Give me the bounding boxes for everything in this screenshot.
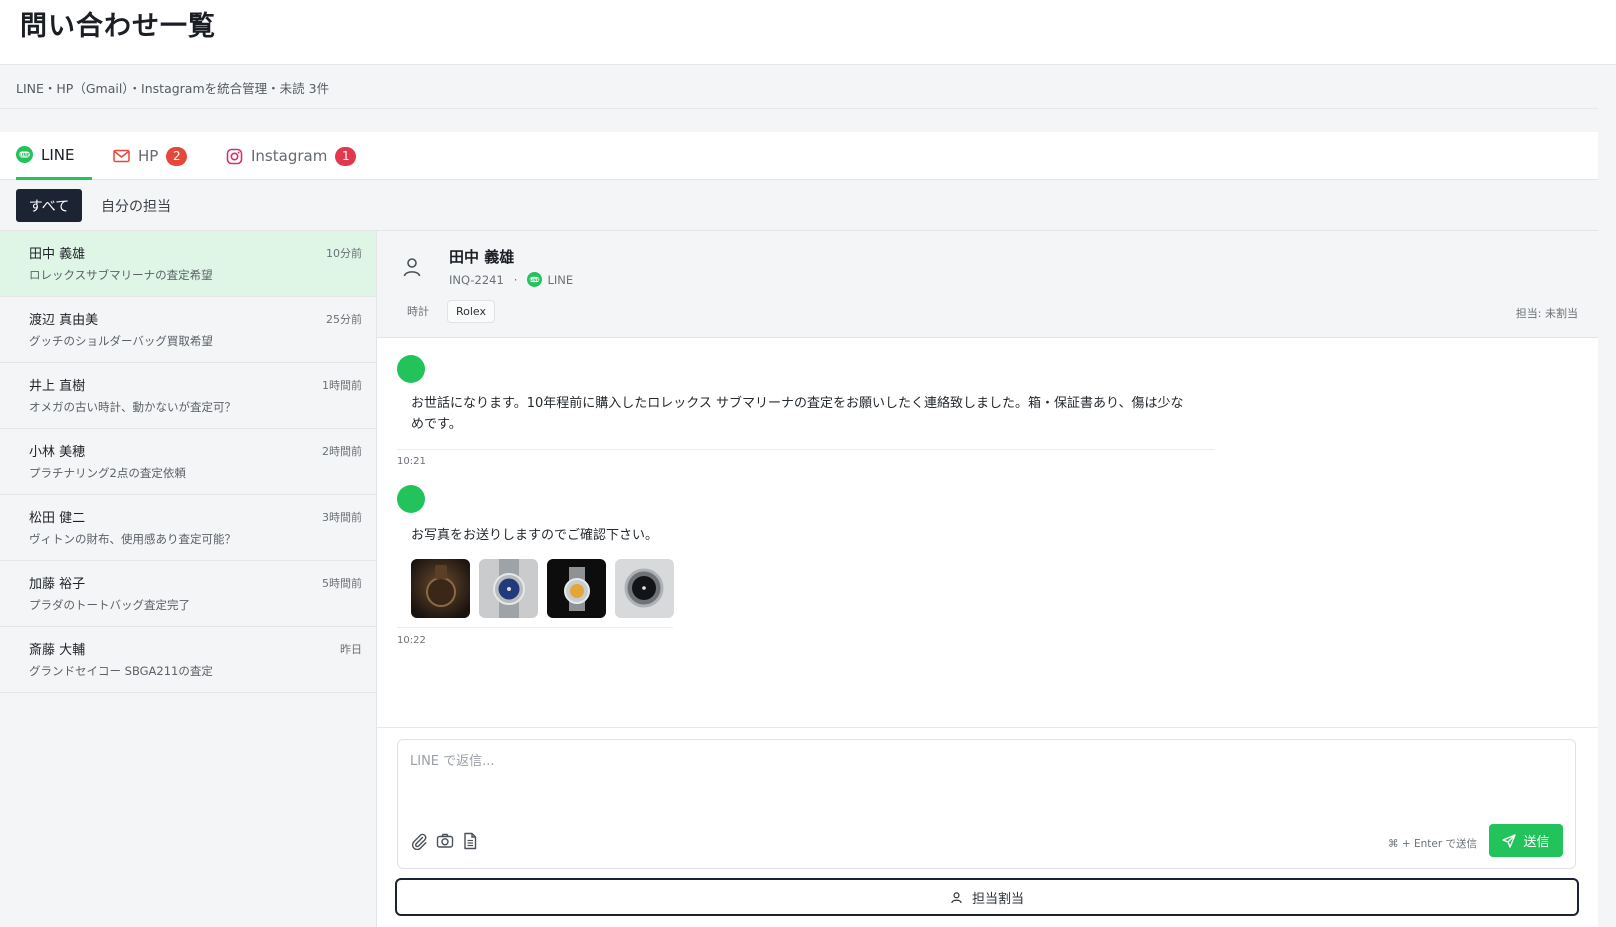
list-item-name: 渡辺 真由美 — [29, 313, 99, 328]
list-item-time: 25分前 — [326, 313, 362, 326]
filter-mine-button[interactable]: 自分の担当 — [94, 189, 178, 222]
list-item-preview: グッチのショルダーバッグ買取希望 — [29, 334, 213, 348]
reply-input[interactable] — [410, 750, 1560, 820]
svg-text:LINE: LINE — [530, 278, 540, 282]
list-item-preview: グランドセイコー SBGA211の査定 — [29, 664, 213, 678]
tab-line-label: LINE — [41, 145, 75, 164]
list-item-time: 5時間前 — [322, 577, 362, 590]
meta-separator: · — [513, 272, 518, 287]
top-bar: 問い合わせ一覧 — [0, 0, 1616, 65]
filter-all-button[interactable]: すべて — [16, 189, 82, 222]
list-item[interactable]: 松田 健二 3時間前 ヴィトンの財布、使用感あり査定可能？ — [0, 495, 376, 561]
user-icon — [400, 255, 424, 279]
list-item-preview: プラチナリング2点の査定依頼 — [29, 466, 186, 480]
line-icon: LINE — [16, 146, 33, 163]
user-icon — [951, 891, 962, 903]
list-item-preview: オメガの古い時計、動かないが査定可？ — [29, 400, 236, 414]
divider — [397, 627, 673, 628]
reply-box: ⌘ + Enter で送信 送信 — [397, 739, 1576, 869]
tab-instagram[interactable]: Instagram 1 — [226, 132, 357, 180]
list-item-name: 松田 健二 — [29, 511, 86, 526]
list-item-preview: プラダのトートバッグ査定完了 — [29, 598, 190, 612]
customer-name: 田中 義雄 — [449, 248, 515, 266]
message-time: 10:21 — [397, 456, 426, 467]
list-item-name: 加藤 裕子 — [29, 577, 86, 592]
mail-icon — [113, 148, 130, 165]
list-item[interactable]: 小林 美穂 2時間前 プラチナリング2点の査定依頼 — [0, 429, 376, 495]
page-subtitle: LINE・HP（Gmail）・Instagramを統合管理・未読 3件 — [16, 81, 330, 96]
divider — [0, 108, 1598, 109]
send-icon — [1502, 833, 1517, 848]
inquiry-id: INQ-2241 — [449, 272, 504, 287]
filter-bar: すべて 自分の担当 — [0, 181, 1598, 231]
send-shortcut-hint: ⌘ + Enter で送信 — [1388, 838, 1477, 850]
assignee-status: 担当: 未割当 — [1515, 307, 1578, 320]
tab-hp-label: HP — [138, 147, 159, 165]
paperclip-icon[interactable] — [410, 832, 428, 851]
list-item-name: 斎藤 大輔 — [29, 643, 86, 658]
photo-thumbnail[interactable] — [479, 559, 538, 618]
list-item-name: 小林 美穂 — [29, 445, 86, 460]
reply-area: ⌘ + Enter で送信 送信 担当割当 — [377, 727, 1598, 927]
list-item-time: 10分前 — [326, 247, 362, 260]
document-icon[interactable] — [461, 832, 479, 850]
svg-text:LINE: LINE — [19, 152, 30, 157]
list-item-time: 1時間前 — [322, 379, 362, 392]
camera-icon[interactable] — [436, 832, 454, 850]
line-icon: LINE — [527, 272, 543, 287]
sender-avatar — [397, 485, 425, 513]
tab-instagram-badge: 1 — [335, 146, 357, 166]
conversation-header: 田中 義雄 INQ-2241 · LINE LINE 時計 Rolex 担当: … — [377, 231, 1598, 338]
conversation-meta: INQ-2241 · LINE LINE — [449, 272, 573, 287]
category-tag: 時計 — [407, 305, 429, 318]
tab-line[interactable]: LINE LINE — [16, 132, 92, 180]
photo-thumbnail[interactable] — [547, 559, 606, 618]
list-item[interactable]: 渡辺 真由美 25分前 グッチのショルダーバッグ買取希望 — [0, 297, 376, 363]
message-text: お世話になります。10年程前に購入したロレックス サブマリーナの査定をお願いした… — [411, 396, 1184, 432]
tab-hp-badge: 2 — [166, 146, 188, 166]
tab-instagram-label: Instagram — [251, 147, 328, 165]
divider — [397, 449, 1215, 450]
list-item-time: 昨日 — [340, 643, 362, 656]
list-item[interactable]: 斎藤 大輔 昨日 グランドセイコー SBGA211の査定 — [0, 627, 376, 693]
conversation-pane: 田中 義雄 INQ-2241 · LINE LINE 時計 Rolex 担当: … — [377, 231, 1598, 927]
assign-button-label: 担当割当 — [971, 891, 1024, 907]
list-item-name: 田中 義雄 — [29, 247, 86, 262]
list-item[interactable]: 井上 直樹 1時間前 オメガの古い時計、動かないが査定可？ — [0, 363, 376, 429]
channel-tabs: LINE LINE HP 2 Instagram 1 — [0, 132, 1598, 180]
list-item-preview: ヴィトンの財布、使用感あり査定可能？ — [29, 532, 236, 546]
inquiry-list: 田中 義雄 10分前 ロレックスサブマリーナの査定希望 渡辺 真由美 25分前 … — [0, 231, 377, 927]
channel-label: LINE — [547, 272, 574, 287]
message-text: お写真をお送りしますのでご確認下さい。 — [411, 528, 659, 543]
brand-tag: Rolex — [447, 300, 496, 323]
instagram-icon — [226, 148, 243, 165]
send-button[interactable]: 送信 — [1489, 824, 1563, 857]
list-item-name: 井上 直樹 — [29, 379, 86, 394]
list-item-time: 2時間前 — [322, 445, 362, 458]
list-item[interactable]: 田中 義雄 10分前 ロレックスサブマリーナの査定希望 — [0, 231, 376, 297]
list-item[interactable]: 加藤 裕子 5時間前 プラダのトートバッグ査定完了 — [0, 561, 376, 627]
message-time: 10:22 — [397, 635, 426, 646]
photo-thumbnail[interactable] — [615, 559, 674, 618]
assign-button[interactable]: 担当割当 — [395, 878, 1579, 916]
list-item-preview: ロレックスサブマリーナの査定希望 — [29, 268, 213, 282]
photo-thumbnail[interactable] — [411, 559, 470, 618]
tab-hp[interactable]: HP 2 — [113, 132, 188, 180]
page-title: 問い合わせ一覧 — [20, 11, 216, 42]
sender-avatar — [397, 355, 425, 383]
send-button-label: 送信 — [1523, 835, 1550, 850]
list-item-time: 3時間前 — [322, 511, 362, 524]
